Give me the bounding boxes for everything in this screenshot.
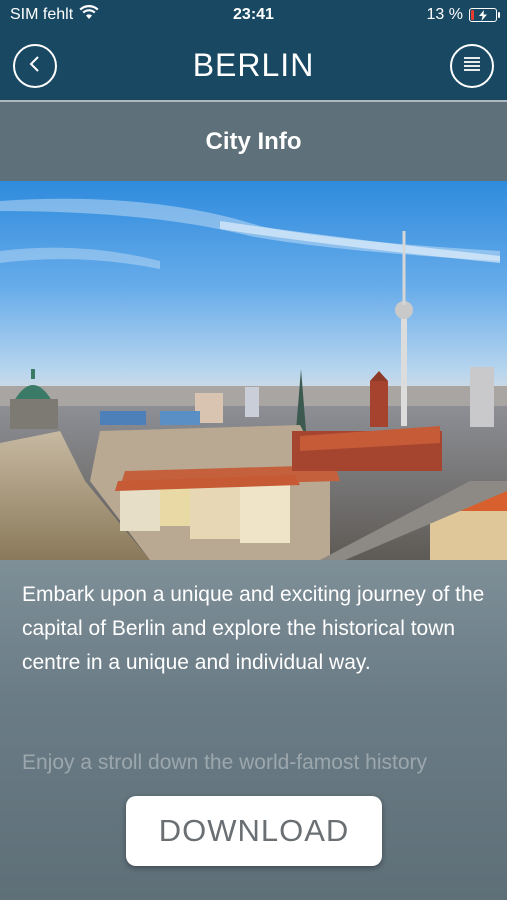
nav-title: BERLIN — [192, 46, 315, 83]
status-right: 13 % — [426, 6, 500, 24]
battery-level — [471, 10, 475, 20]
section-title: City Info — [205, 128, 302, 155]
status-bar: SIM fehlt 23:41 13 % — [0, 0, 507, 30]
chevron-left-icon — [26, 55, 44, 78]
download-button[interactable]: DOWNLOAD — [126, 796, 382, 866]
back-button[interactable] — [13, 44, 57, 88]
hero-image — [0, 181, 507, 560]
menu-button[interactable] — [450, 44, 494, 88]
list-menu-icon — [462, 56, 482, 77]
battery-charging-icon — [469, 8, 500, 22]
description-paragraph: Embark upon a unique and exciting journe… — [22, 583, 485, 674]
description-paragraph-faded: Enjoy a stroll down the world-famost his… — [22, 751, 427, 774]
carrier-label: SIM fehlt — [10, 6, 74, 23]
wifi-icon — [79, 5, 99, 25]
nav-bar: BERLIN — [0, 30, 507, 102]
status-left: SIM fehlt — [10, 5, 99, 25]
battery-percent: 13 % — [426, 6, 463, 23]
